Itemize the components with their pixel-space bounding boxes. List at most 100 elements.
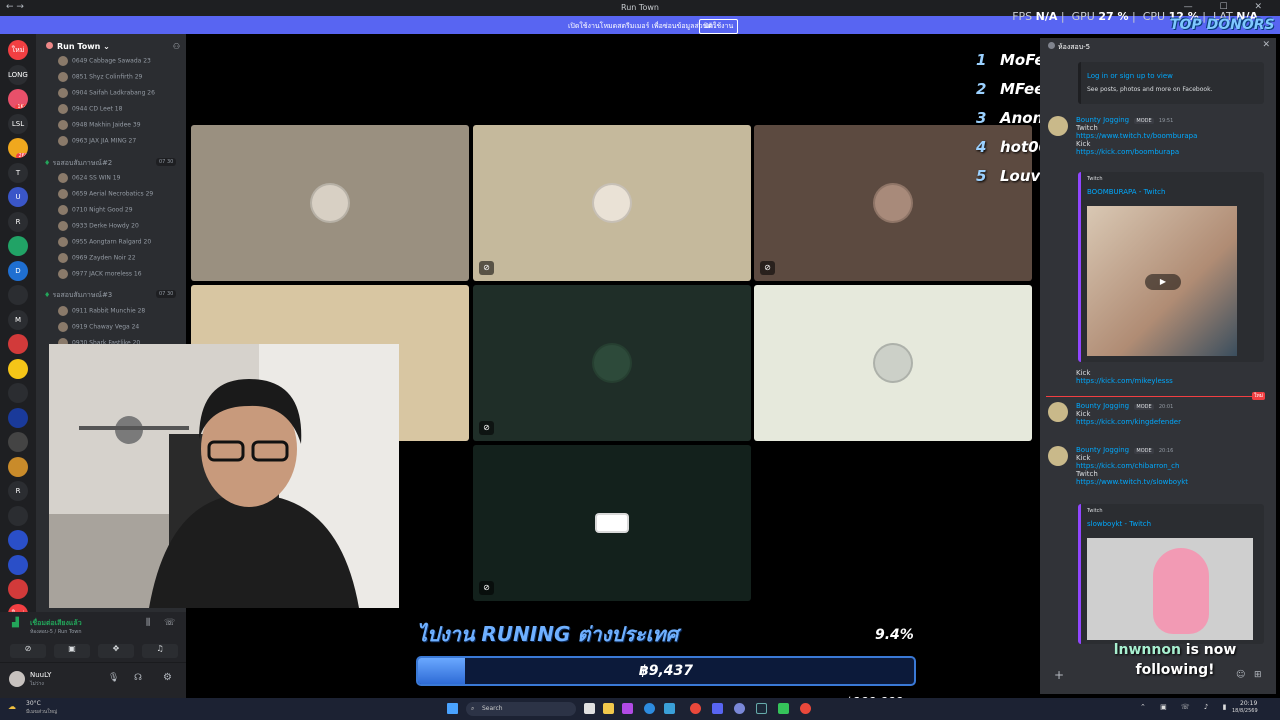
voice-user[interactable]: 0977 JACK moreless 16: [58, 269, 142, 283]
embed-video-thumbnail[interactable]: ▶: [1087, 206, 1237, 356]
participant-tile[interactable]: ⊘: [473, 125, 751, 281]
embed-title[interactable]: slowboykt - Twitch: [1087, 520, 1151, 528]
voice-user-name: 0963 JAX JIA MING 27: [72, 137, 137, 145]
server-icon[interactable]: [8, 236, 28, 256]
server-icon[interactable]: R: [8, 481, 28, 501]
avatar[interactable]: [1048, 402, 1068, 422]
chrome-icon[interactable]: [800, 703, 811, 714]
voice-user-name: 0649 Cabbage Sawada 23: [72, 57, 151, 65]
message-link[interactable]: https://www.twitch.tv/slowboykt: [1076, 478, 1188, 486]
taskbar-search[interactable]: ⌕ Search: [466, 702, 576, 716]
voice-user-name: 0624 SS WIN 19: [72, 174, 121, 182]
server-icon[interactable]: [8, 530, 28, 550]
server-icon[interactable]: [8, 432, 28, 452]
file-explorer-icon[interactable]: [603, 703, 614, 714]
server-icon[interactable]: [8, 358, 28, 379]
soundboard-icon[interactable]: ♫: [142, 644, 178, 658]
server-icon[interactable]: ใหม่: [8, 40, 28, 60]
tray-icons[interactable]: ⌃ ▣ ☏ ♪ ▮: [1140, 703, 1232, 711]
avatar[interactable]: [1048, 446, 1068, 466]
server-icon[interactable]: [8, 554, 28, 575]
chrome-icon[interactable]: [690, 703, 701, 714]
obs-icon[interactable]: [734, 703, 745, 714]
disconnect-icon[interactable]: ☏: [164, 618, 175, 628]
steam-icon[interactable]: [756, 703, 767, 714]
server-icon[interactable]: 1K+: [8, 89, 28, 109]
voice-user[interactable]: 0933 Derke Howdy 20: [58, 221, 139, 235]
voice-user[interactable]: 0911 Rabbit Munchie 28: [58, 306, 145, 320]
message-link[interactable]: https://kick.com/mikeylesss: [1076, 377, 1173, 385]
voice-user[interactable]: 0919 Chaway Vega 24: [58, 322, 139, 336]
disable-streamer-mode-button[interactable]: ปิดใช้งาน: [699, 19, 739, 34]
play-icon[interactable]: ▶: [1145, 274, 1181, 290]
participant-avatar: [873, 183, 913, 223]
participant-tile[interactable]: ⊘: [473, 445, 751, 601]
server-icon[interactable]: LSL: [8, 113, 28, 134]
server-icon[interactable]: T: [8, 162, 28, 183]
message-link[interactable]: https://www.twitch.tv/boomburapa: [1076, 132, 1197, 140]
settings-gear-icon[interactable]: ⚙: [163, 672, 172, 683]
voice-channel-3[interactable]: ♦ รอสอบสัมภาษณ์#3 07 30: [44, 290, 177, 301]
voice-connection-panel: เชื่อมต่อเสียงแล้ว ห้องสอบ-5 / Run Town …: [0, 612, 186, 662]
voice-user[interactable]: 0969 Zayden Noir 22: [58, 253, 136, 267]
voice-user-name: 0911 Rabbit Munchie 28: [72, 307, 146, 315]
microphone-icon[interactable]: 🎙: [108, 673, 119, 683]
avatar[interactable]: [9, 671, 25, 687]
participant-tile[interactable]: [191, 125, 469, 281]
voice-channel-2[interactable]: ♦ รอสอบสัมภาษณ์#2 07 30: [44, 158, 177, 169]
add-attachment-icon[interactable]: +: [1054, 668, 1064, 682]
voice-user[interactable]: 0948 Makhin Jaidee 39: [58, 120, 141, 134]
server-icon[interactable]: U: [8, 187, 28, 207]
server-icon[interactable]: [8, 456, 28, 477]
voice-user[interactable]: 0659 Aerial Necrobatics 29: [58, 189, 153, 203]
message-author[interactable]: Bounty Jogging: [1076, 402, 1129, 410]
server-icon[interactable]: [8, 383, 28, 403]
server-icon[interactable]: M: [8, 309, 28, 330]
participant-tile[interactable]: ⊘: [473, 285, 751, 441]
voice-user[interactable]: 0624 SS WIN 19: [58, 173, 120, 187]
server-icon[interactable]: [8, 285, 28, 305]
voice-user[interactable]: 0710 Night Good 29: [58, 205, 133, 219]
voice-user[interactable]: 0944 CD Leet 18: [58, 104, 122, 118]
server-icon[interactable]: D: [8, 260, 28, 281]
app-icon[interactable]: [622, 703, 633, 714]
message-link[interactable]: https://kick.com/kingdefender: [1076, 418, 1181, 426]
message-link[interactable]: https://kick.com/boomburapa: [1076, 148, 1197, 156]
server-icon[interactable]: LONGTHY: [8, 64, 28, 85]
server-icon[interactable]: 266: [8, 138, 28, 158]
server-name[interactable]: Run Town ⌄: [46, 42, 110, 51]
participant-tile[interactable]: [754, 285, 1032, 441]
server-icon[interactable]: [8, 579, 28, 599]
message-author[interactable]: Bounty Jogging: [1076, 116, 1129, 124]
noise-suppression-icon[interactable]: ⫼: [146, 618, 150, 628]
voice-user[interactable]: 0955 Aongtarn Ralgard 20: [58, 237, 151, 251]
server-icon[interactable]: [8, 407, 28, 428]
voice-user[interactable]: 0851 Shyz Colinfirth 29: [58, 72, 142, 86]
camera-off-icon[interactable]: ⊘: [10, 644, 46, 658]
discord-icon[interactable]: [712, 703, 723, 714]
message-link[interactable]: https://kick.com/chibarron_ch: [1076, 462, 1188, 470]
avatar[interactable]: [1048, 116, 1068, 136]
server-icon[interactable]: [8, 505, 28, 526]
start-icon[interactable]: [447, 703, 458, 714]
task-view-icon[interactable]: [584, 703, 595, 714]
app-icon[interactable]: [664, 703, 675, 714]
app-icon[interactable]: [778, 703, 789, 714]
login-link[interactable]: Log in or sign up to view: [1087, 72, 1173, 80]
edge-icon[interactable]: [644, 703, 655, 714]
add-member-icon[interactable]: ⚇: [173, 42, 180, 51]
activities-icon[interactable]: ✥: [98, 644, 134, 658]
voice-user[interactable]: 0649 Cabbage Sawada 23: [58, 56, 151, 70]
server-icon[interactable]: R: [8, 211, 28, 232]
headphones-icon[interactable]: ☊: [134, 673, 142, 683]
voice-user[interactable]: 0963 JAX JIA MING 27: [58, 136, 136, 150]
participant-avatar: [873, 343, 913, 383]
server-icon[interactable]: [8, 334, 28, 354]
screen-share-icon[interactable]: ▣: [54, 644, 90, 658]
close-icon[interactable]: ✕: [1262, 40, 1270, 50]
embed-title[interactable]: BOOMBURAPA - Twitch: [1087, 188, 1165, 196]
message-author[interactable]: Bounty Jogging: [1076, 446, 1129, 454]
embed-image[interactable]: [1087, 538, 1253, 640]
voice-user[interactable]: 0904 Saifah Ladkrabang 26: [58, 88, 155, 102]
avatar: [58, 269, 68, 279]
